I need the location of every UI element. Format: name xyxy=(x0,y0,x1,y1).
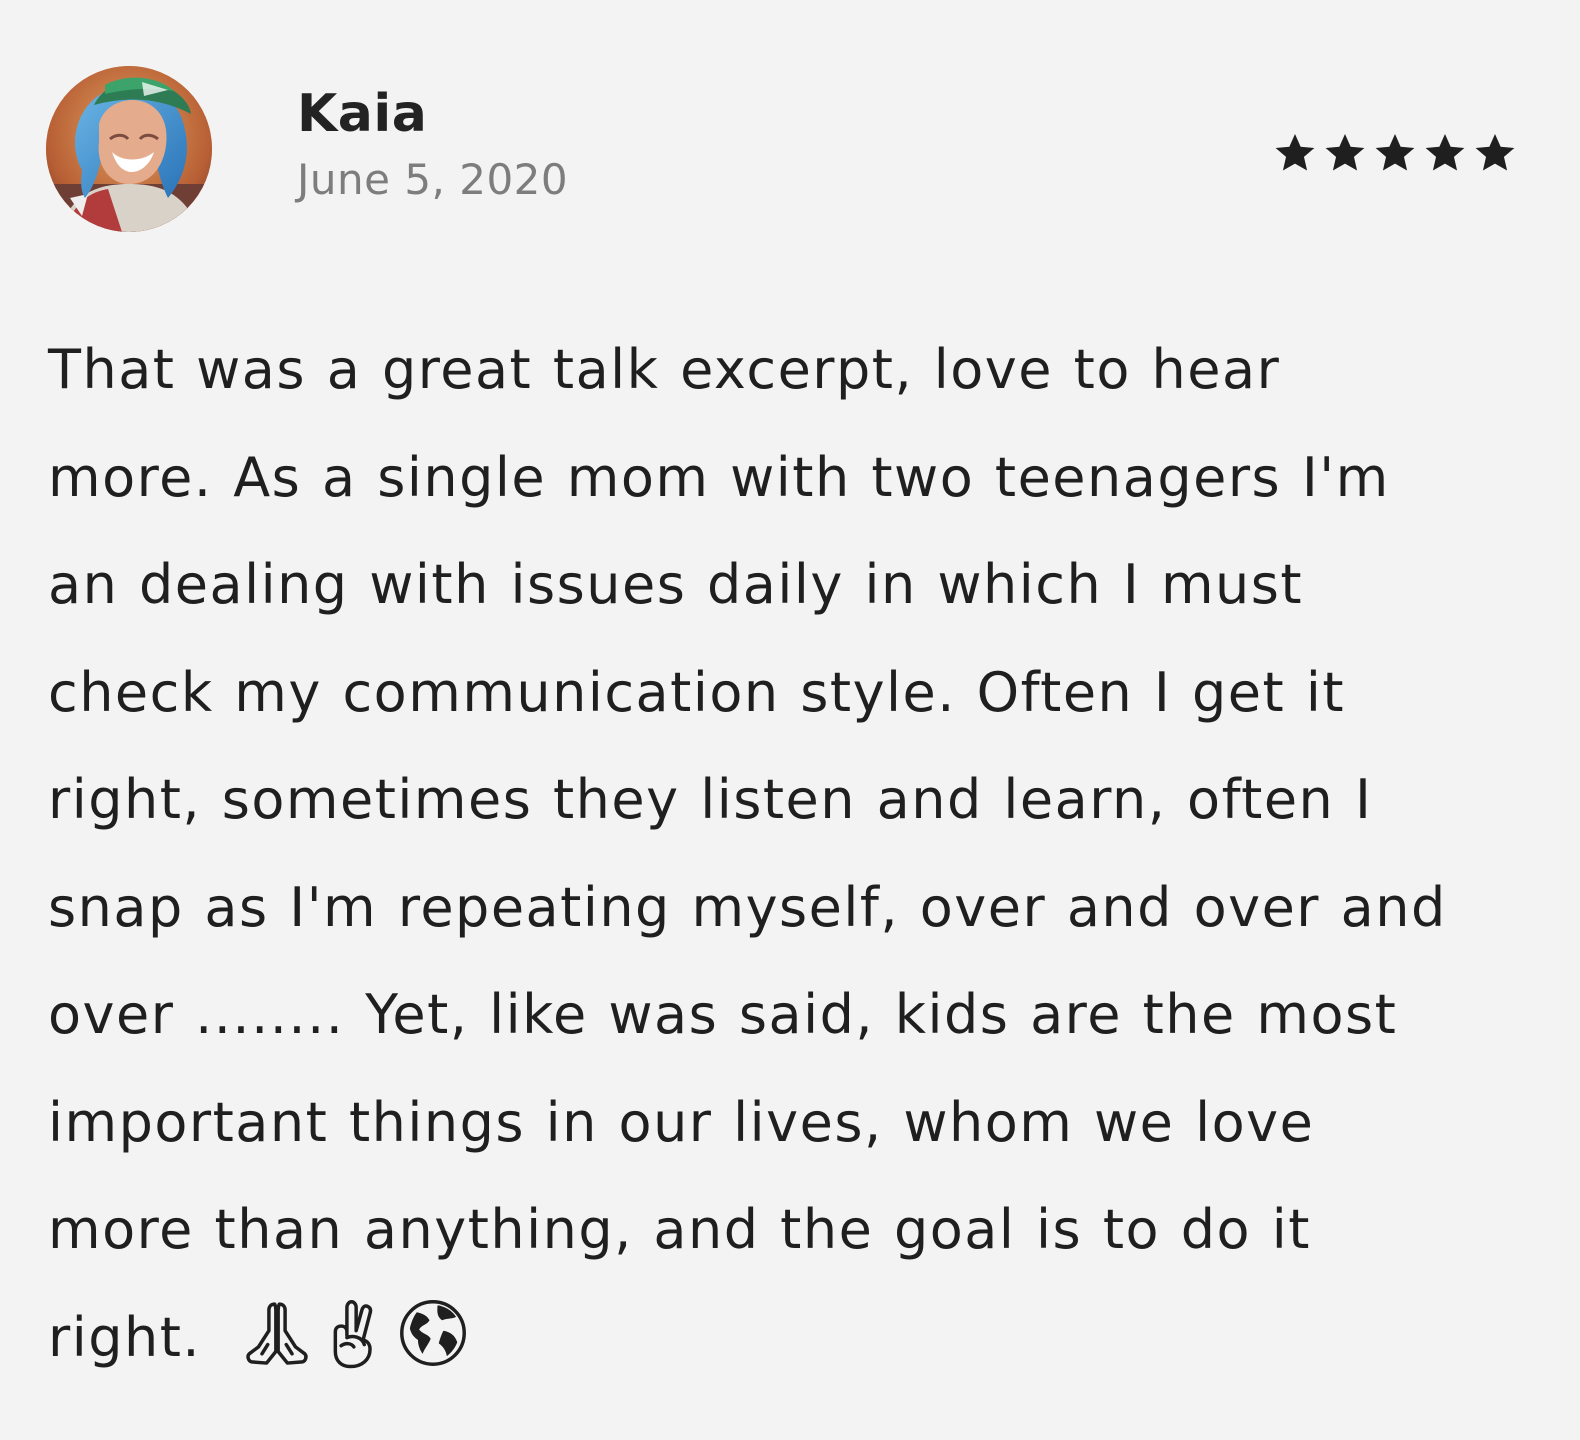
star-icon xyxy=(1475,134,1515,171)
review-line: more. As a single mom with two teenagers… xyxy=(48,445,1390,509)
avatar-photo xyxy=(46,66,212,232)
reviewer-avatar[interactable] xyxy=(46,66,212,232)
star-icon xyxy=(1425,134,1465,171)
reviewer-name: Kaia xyxy=(297,84,428,144)
review-date: June 5, 2020 xyxy=(297,155,569,204)
review-line-text: right. xyxy=(48,1305,202,1369)
review-line: snap as I'm repeating myself, over and o… xyxy=(48,875,1447,939)
review-line: That was a great talk excerpt, love to h… xyxy=(48,338,1281,401)
review-line: over ........ Yet, like was said, kids a… xyxy=(48,983,1398,1046)
review-line: check my communication style. Often I ge… xyxy=(48,660,1346,724)
review-line: right, sometimes they listen and learn, … xyxy=(48,768,1373,831)
review-line: more than anything, and the goal is to d… xyxy=(48,1198,1311,1261)
star-icon xyxy=(1325,134,1365,171)
star-icon xyxy=(1275,134,1315,171)
review-line-final: right. xyxy=(48,1284,1534,1392)
star-rating xyxy=(1270,128,1520,180)
folded-hands-icon xyxy=(246,1301,308,1365)
review-line: important things in our lives, whom we l… xyxy=(48,1090,1315,1154)
star-icon xyxy=(1375,134,1415,171)
victory-hand-icon xyxy=(333,1299,372,1368)
review-line: an dealing with issues daily in which I … xyxy=(48,553,1304,616)
emoji-group xyxy=(240,1296,470,1370)
review-text: That was a great talk excerpt, love to h… xyxy=(48,316,1534,1391)
review-card: Kaia June 5, 2020 That was a great talk … xyxy=(0,0,1580,1440)
globe-americas-icon xyxy=(399,1299,466,1366)
